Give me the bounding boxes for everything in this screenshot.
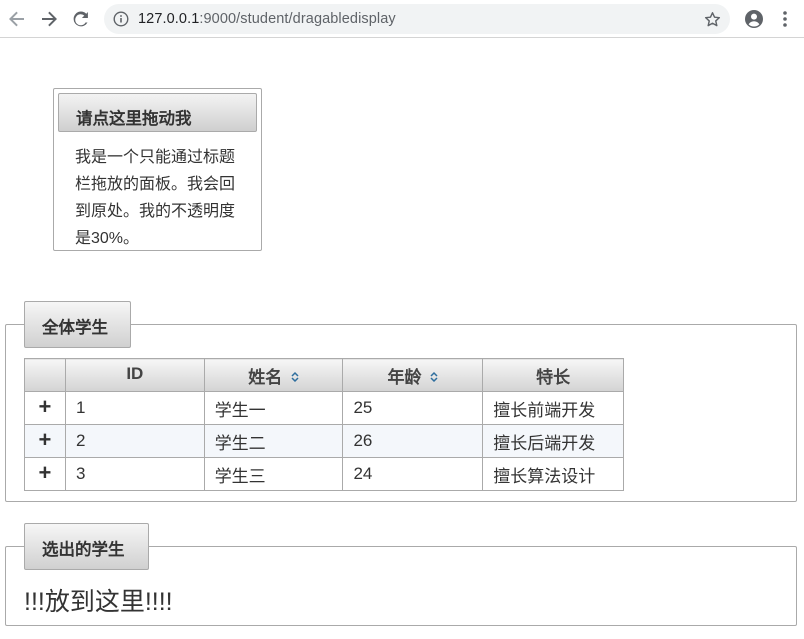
cell-id: 3: [64, 457, 205, 491]
column-header-label: 姓名: [248, 367, 283, 387]
cell-name: 学生一: [203, 391, 344, 425]
column-header-name[interactable]: 姓名: [203, 358, 344, 392]
plus-icon[interactable]: +: [39, 462, 52, 484]
url-text: 127.0.0.1:9000/student/dragabledisplay: [138, 11, 396, 27]
cell-specialty: 擅长算法设计: [482, 457, 624, 491]
plus-icon[interactable]: +: [39, 429, 52, 451]
address-bar[interactable]: 127.0.0.1:9000/student/dragabledisplay: [104, 4, 730, 34]
site-info-button[interactable]: [112, 10, 130, 28]
cell-specialty: 擅长前端开发: [482, 391, 624, 425]
table-row[interactable]: + 2 学生二 26 擅长后端开发: [24, 424, 624, 458]
sort-icon[interactable]: [291, 371, 299, 383]
cell-age: 24: [342, 457, 484, 491]
column-header-id[interactable]: ID: [64, 358, 205, 392]
row-expander[interactable]: +: [24, 391, 66, 425]
column-header-label: ID: [126, 364, 144, 383]
star-icon: [704, 11, 720, 26]
account-icon: [745, 10, 763, 28]
url-host: 127.0.0.1: [138, 11, 200, 27]
cell-age: 26: [342, 424, 484, 458]
drag-handle-title[interactable]: 请点这里拖动我: [58, 93, 257, 132]
cell-id: 2: [64, 424, 205, 458]
browser-menu-button[interactable]: [775, 7, 795, 31]
row-expander[interactable]: +: [24, 457, 66, 491]
kebab-menu-icon: [783, 11, 787, 27]
column-header-age[interactable]: 年龄: [342, 358, 484, 392]
back-button[interactable]: [5, 7, 29, 31]
sort-icon[interactable]: [430, 371, 438, 383]
selected-students-legend: 选出的学生: [24, 523, 149, 570]
column-header-specialty: 特长: [482, 358, 624, 392]
browser-toolbar: 127.0.0.1:9000/student/dragabledisplay: [0, 0, 804, 38]
reload-button[interactable]: [69, 7, 93, 31]
students-table: ID 姓名 年龄 特长 + 1 学生一 25 擅长前端开发 + 2 学生二 26…: [24, 358, 624, 491]
column-header-expander: [24, 358, 66, 392]
column-header-label: 特长: [536, 367, 571, 387]
table-row[interactable]: + 1 学生一 25 擅长前端开发: [24, 391, 624, 425]
drag-panel-content: 我是一个只能通过标题栏拖放的面板。我会回到原处。我的不透明度是30%。: [75, 149, 236, 247]
cell-name: 学生二: [203, 424, 344, 458]
draggable-panel[interactable]: 请点这里拖动我 我是一个只能通过标题栏拖放的面板。我会回到原处。我的不透明度是3…: [53, 88, 262, 251]
url-path: :9000/student/dragabledisplay: [199, 11, 396, 27]
table-header-row: ID 姓名 年龄 特长: [24, 358, 624, 392]
forward-button[interactable]: [37, 7, 61, 31]
cell-age: 25: [342, 391, 484, 425]
forward-arrow-icon: [42, 11, 57, 27]
drop-zone-text: !!!放到这里!!!!: [24, 588, 173, 616]
cell-name: 学生三: [203, 457, 344, 491]
plus-icon[interactable]: +: [39, 396, 52, 418]
all-students-legend: 全体学生: [24, 301, 131, 348]
info-icon: [113, 11, 129, 27]
back-arrow-icon: [9, 11, 24, 27]
table-row[interactable]: + 3 学生三 24 擅长算法设计: [24, 457, 624, 491]
cell-specialty: 擅长后端开发: [482, 424, 624, 458]
bookmark-button[interactable]: [702, 9, 722, 29]
account-button[interactable]: [742, 7, 766, 31]
column-header-label: 年龄: [387, 367, 422, 387]
row-expander[interactable]: +: [24, 424, 66, 458]
cell-id: 1: [64, 391, 205, 425]
reload-icon: [73, 11, 88, 27]
